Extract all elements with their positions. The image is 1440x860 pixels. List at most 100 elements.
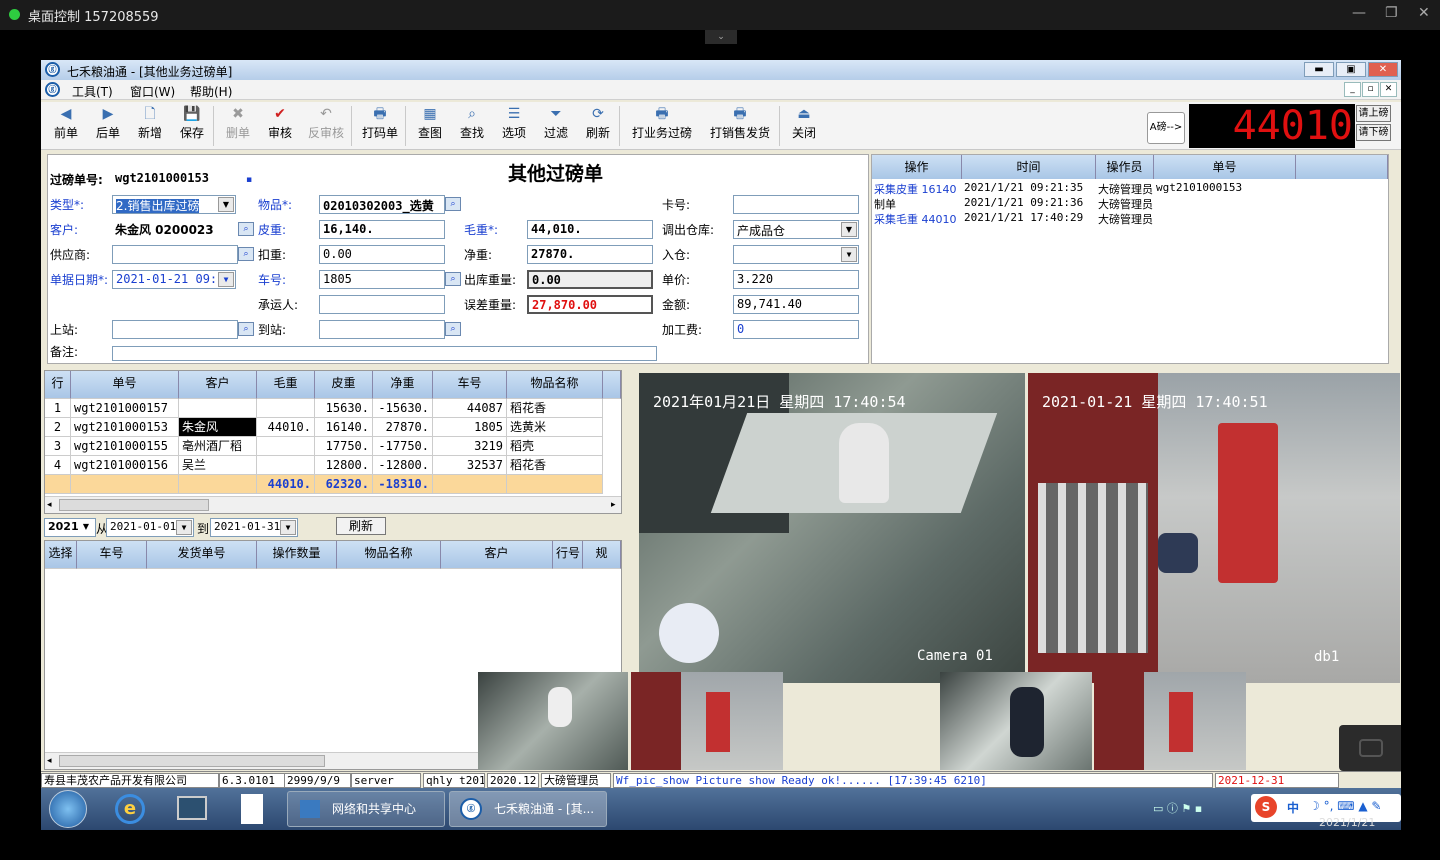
app-maximize-button[interactable]: ▣: [1336, 62, 1366, 77]
table-cell[interactable]: 稻壳: [507, 437, 603, 456]
plate-picker-icon[interactable]: ⌕: [445, 272, 461, 286]
table-cell[interactable]: 15630.: [315, 399, 373, 418]
remark-field[interactable]: [112, 346, 657, 361]
deduct-field[interactable]: 0.00: [319, 245, 445, 264]
ticket-col-header[interactable]: 皮重: [315, 371, 373, 399]
ops-col-header[interactable]: 操作: [872, 155, 962, 179]
out-warehouse-select[interactable]: 产成品仓 ▼: [733, 220, 859, 239]
toolbar-button-5[interactable]: ✔ 审核: [259, 106, 301, 146]
table-row[interactable]: 1 wgt2101000157 15630. -15630. 44087 稻花香: [45, 399, 621, 418]
delivery-col-header[interactable]: 发货单号: [147, 541, 257, 569]
table-cell[interactable]: -17750.: [373, 437, 433, 456]
table-cell[interactable]: wgt2101000155: [71, 437, 179, 456]
thumbnail-4[interactable]: [1094, 672, 1246, 770]
toolbar-button-15[interactable]: ⏏ 关闭: [783, 106, 825, 146]
table-cell[interactable]: 27870.: [373, 418, 433, 437]
date-field[interactable]: 2021-01-21 09:1 ▼: [112, 270, 236, 289]
gross-field[interactable]: 44,010.: [527, 220, 653, 239]
table-cell[interactable]: 32537: [433, 456, 507, 475]
table-cell[interactable]: [257, 456, 315, 475]
ops-col-header[interactable]: 时间: [962, 155, 1096, 179]
table-cell[interactable]: 朱金风: [179, 418, 257, 437]
in-warehouse-select[interactable]: ▼: [733, 245, 859, 264]
year-select[interactable]: 2021 ▼: [44, 518, 96, 537]
task-app[interactable]: ⓖ 七禾粮油通 - [其...: [449, 791, 607, 827]
scroll-thumb[interactable]: [59, 499, 209, 511]
sogou-icon[interactable]: S: [1255, 796, 1277, 818]
chevron-down-icon[interactable]: ▼: [176, 520, 192, 535]
table-cell[interactable]: 3: [45, 437, 71, 456]
table-cell[interactable]: 吴兰: [179, 456, 257, 475]
table-cell[interactable]: 4: [45, 456, 71, 475]
refresh-button[interactable]: 刷新: [336, 517, 386, 535]
table-cell[interactable]: wgt2101000153: [71, 418, 179, 437]
carrier-field[interactable]: [319, 295, 445, 314]
collapse-toolbar-button[interactable]: ⌄: [705, 30, 737, 44]
table-cell[interactable]: 2: [45, 418, 71, 437]
table-cell[interactable]: wgt2101000156: [71, 456, 179, 475]
app-close-button[interactable]: ✕: [1368, 62, 1398, 77]
card-field[interactable]: [733, 195, 859, 214]
plate-field[interactable]: 1805: [319, 270, 445, 289]
table-row[interactable]: 3 wgt2101000155 亳州酒厂稻 17750. -17750. 3219 稻壳: [45, 437, 621, 456]
chevron-down-icon[interactable]: ▼: [218, 197, 234, 212]
table-cell[interactable]: 稻花香: [507, 456, 603, 475]
price-field[interactable]: 3.220: [733, 270, 859, 289]
ticket-col-header[interactable]: 毛重: [257, 371, 315, 399]
task-network-center[interactable]: 网络和共享中心: [287, 791, 445, 827]
chevron-down-icon[interactable]: ▼: [841, 247, 857, 262]
table-cell[interactable]: 选黄米: [507, 418, 603, 437]
scroll-right-icon[interactable]: ▸: [611, 500, 616, 510]
toolbar-button-0[interactable]: ◀ 前单: [45, 106, 87, 146]
toolbar-button-6[interactable]: ↶ 反审核: [301, 106, 351, 146]
table-cell[interactable]: [179, 399, 257, 418]
delivery-col-header[interactable]: 操作数量: [257, 541, 337, 569]
customer-field[interactable]: 朱金风 0200023: [112, 220, 238, 239]
tray-icons[interactable]: ▭ ⓘ ⚑ ▪: [1153, 800, 1202, 816]
app-minimize-button[interactable]: ▬: [1304, 62, 1334, 77]
scale-select-button[interactable]: A磅-->: [1147, 112, 1185, 144]
toolbar-button-9[interactable]: ⌕ 查找: [451, 106, 493, 146]
table-cell[interactable]: [257, 437, 315, 456]
delivery-col-header[interactable]: 物品名称: [337, 541, 441, 569]
up-scale-button[interactable]: 请上磅: [1356, 105, 1391, 122]
ticket-col-header[interactable]: 车号: [433, 371, 507, 399]
table-cell[interactable]: 亳州酒厂稻: [179, 437, 257, 456]
ticket-col-header[interactable]: 物品名称: [507, 371, 603, 399]
scroll-thumb-2[interactable]: [59, 755, 325, 767]
camera-2-view[interactable]: 2021-01-21 星期四 17:40:51 db1: [1028, 373, 1400, 683]
ticket-col-header[interactable]: 行: [45, 371, 71, 399]
ie-icon[interactable]: e: [115, 794, 145, 824]
ticket-image-icon[interactable]: ▪: [241, 174, 257, 188]
ops-row[interactable]: 采集毛重 44010 2021/1/21 17:40:29 大磅管理员: [872, 211, 1388, 226]
toolbar-button-11[interactable]: ⏷ 过滤: [535, 106, 577, 146]
to-date-field[interactable]: 2021-01-31 ▼: [210, 518, 298, 537]
delivery-col-header[interactable]: 车号: [77, 541, 147, 569]
item-picker-icon[interactable]: ⌕: [445, 197, 461, 211]
table-cell[interactable]: 17750.: [315, 437, 373, 456]
toolbar-button-13[interactable]: 🖶 打业务过磅: [623, 106, 701, 146]
floating-panel[interactable]: [1339, 725, 1401, 771]
table-cell[interactable]: [257, 399, 315, 418]
thumbnail-1[interactable]: [478, 672, 628, 770]
toolbar-button-7[interactable]: 🖶 打码单: [355, 106, 405, 146]
minimize-icon[interactable]: —: [1352, 5, 1366, 21]
table-cell[interactable]: 3219: [433, 437, 507, 456]
mdi-close-button[interactable]: ✕: [1380, 82, 1397, 97]
item-field[interactable]: 02010302003_选黄: [319, 195, 445, 214]
mdi-minimize-button[interactable]: _: [1344, 82, 1361, 97]
table-cell[interactable]: 1805: [433, 418, 507, 437]
delivery-col-header[interactable]: 选择: [45, 541, 77, 569]
menu-window[interactable]: 窗口(W): [130, 83, 175, 100]
chevron-down-icon[interactable]: ▼: [218, 272, 234, 287]
delivery-col-header[interactable]: 规: [583, 541, 621, 569]
ticket-col-header[interactable]: 客户: [179, 371, 257, 399]
table-cell[interactable]: 12800.: [315, 456, 373, 475]
chevron-down-icon[interactable]: ▼: [280, 520, 296, 535]
ops-col-header[interactable]: 操作员: [1096, 155, 1154, 179]
toolbar-button-1[interactable]: ▶ 后单: [87, 106, 129, 146]
table-cell[interactable]: 44087: [433, 399, 507, 418]
toolbar-button-12[interactable]: ⟳ 刷新: [577, 106, 619, 146]
close-icon[interactable]: ✕: [1418, 5, 1430, 21]
menu-tools[interactable]: 工具(T): [72, 83, 113, 100]
